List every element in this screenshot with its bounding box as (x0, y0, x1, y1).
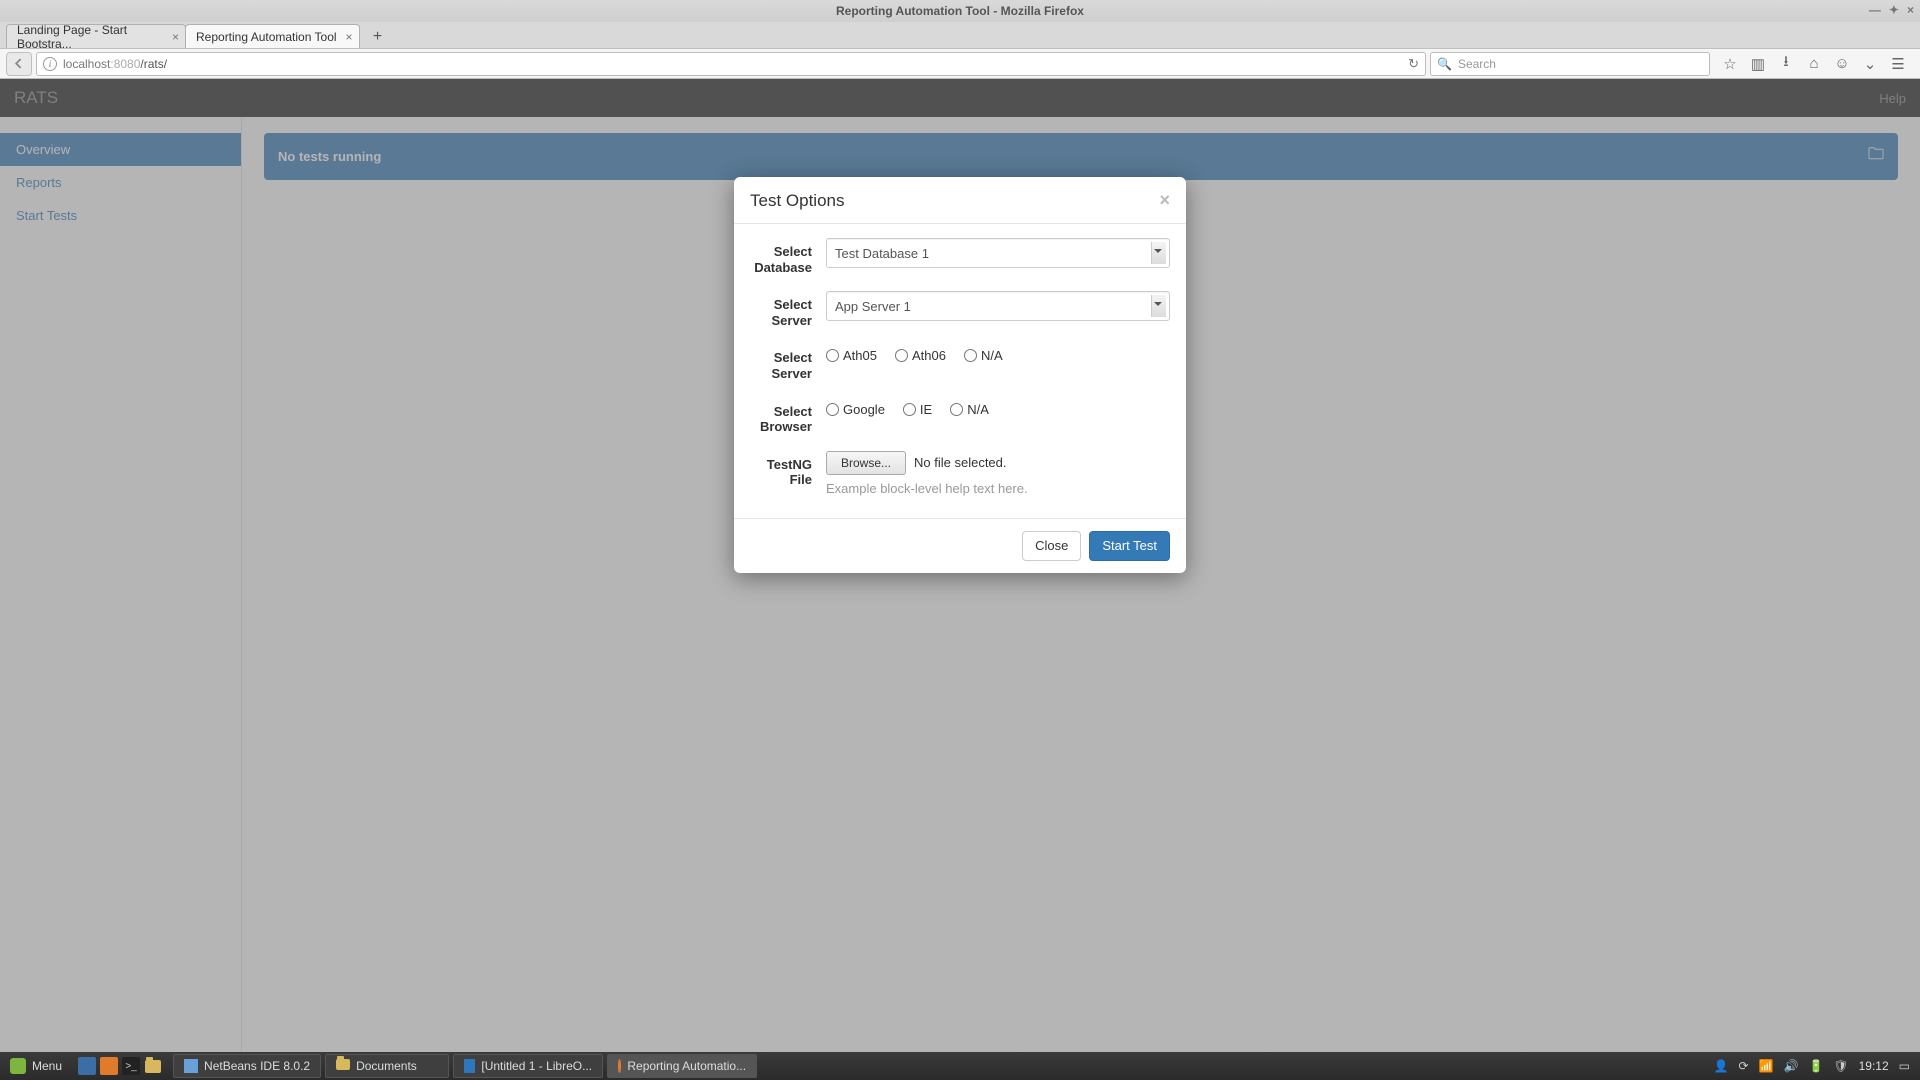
tab-label: Landing Page - Start Bootstra... (17, 23, 163, 51)
form-row-browser: Select Browser Google IE N/A (750, 398, 1170, 435)
modal-footer: Close Start Test (734, 518, 1186, 573)
radio-ie[interactable]: IE (903, 402, 932, 417)
tab-label: Reporting Automation Tool (196, 30, 337, 44)
quick-launch: >_ (72, 1057, 168, 1075)
radio-srv-na[interactable]: N/A (964, 348, 1003, 363)
minimize-icon[interactable]: — (1869, 3, 1881, 17)
search-icon: 🔍 (1437, 57, 1452, 71)
radio-ath05[interactable]: Ath05 (826, 348, 877, 363)
home-icon[interactable]: ⌂ (1806, 55, 1822, 72)
chevron-left-icon (14, 58, 25, 69)
battery-icon[interactable]: 🔋 (1808, 1059, 1823, 1073)
taskbar-task[interactable]: Documents (325, 1054, 449, 1078)
url-bar[interactable]: i localhost:8080/rats/ ↻ (36, 52, 1426, 76)
back-button[interactable] (6, 52, 32, 76)
form-row-server: Select Server App Server 1 (750, 291, 1170, 328)
help-text: Example block-level help text here. (826, 481, 1170, 496)
select-value: Test Database 1 (835, 246, 929, 261)
volume-icon[interactable]: 🔊 (1783, 1059, 1798, 1073)
chevron-down-icon (1154, 302, 1162, 310)
label-browser: Select Browser (750, 398, 826, 435)
radio-google[interactable]: Google (826, 402, 885, 417)
shield-icon[interactable]: 🛡 (1833, 1059, 1848, 1073)
os-taskbar: Menu >_ NetBeans IDE 8.0.2 Documents [Un… (0, 1052, 1920, 1080)
menu-icon[interactable]: ☰ (1890, 55, 1906, 73)
form-row-server-radio: Select Server Ath05 Ath06 N/A (750, 344, 1170, 381)
close-icon[interactable]: × (1159, 191, 1170, 209)
form-row-file: TestNG File Browse... No file selected. … (750, 451, 1170, 496)
taskbar-task[interactable]: Reporting Automatio... (607, 1054, 757, 1078)
window-titlebar: Reporting Automation Tool - Mozilla Fire… (0, 0, 1920, 22)
modal-body: Select Database Test Database 1 Select S… (734, 224, 1186, 518)
modal-title: Test Options (750, 191, 845, 211)
pocket-icon[interactable]: ⌄ (1862, 55, 1878, 73)
label-server2: Select Server (750, 344, 826, 381)
firefox-launcher-icon[interactable] (100, 1057, 118, 1075)
select-server[interactable]: App Server 1 (826, 291, 1170, 321)
netbeans-icon (184, 1059, 198, 1073)
info-icon[interactable]: i (43, 57, 57, 71)
taskbar-task[interactable]: [Untitled 1 - LibreO... (453, 1054, 603, 1078)
maximize-icon[interactable]: ✦ (1889, 3, 1899, 17)
radio-brw-na[interactable]: N/A (950, 402, 989, 417)
browser-tab[interactable]: Reporting Automation Tool × (185, 24, 360, 48)
bookmark-star-icon[interactable]: ☆ (1722, 55, 1738, 73)
task-label: [Untitled 1 - LibreO... (481, 1059, 592, 1073)
page-viewport: RATS Help Overview Reports Start Tests N… (0, 79, 1920, 1052)
menu-label: Menu (32, 1059, 62, 1073)
files-launcher-icon[interactable] (144, 1057, 162, 1075)
search-placeholder: Search (1458, 57, 1496, 71)
close-tab-icon[interactable]: × (346, 30, 353, 44)
test-options-modal: Test Options × Select Database Test Data… (734, 177, 1186, 573)
update-icon[interactable]: ⟳ (1738, 1059, 1748, 1073)
close-tab-icon[interactable]: × (172, 30, 179, 44)
close-button[interactable]: Close (1022, 531, 1081, 561)
window-title: Reporting Automation Tool - Mozilla Fire… (836, 4, 1084, 18)
show-desktop-icon[interactable] (78, 1057, 96, 1075)
form-row-database: Select Database Test Database 1 (750, 238, 1170, 275)
toolbar-icons: ☆ ▥ ⭳ ⌂ ☺ ⌄ ☰ (1714, 51, 1914, 76)
folder-icon (336, 1059, 350, 1073)
start-menu-button[interactable]: Menu (0, 1052, 72, 1080)
task-label: Documents (356, 1059, 417, 1073)
select-value: App Server 1 (835, 299, 911, 314)
browser-tab[interactable]: Landing Page - Start Bootstra... × (6, 24, 186, 48)
start-test-button[interactable]: Start Test (1089, 531, 1170, 561)
libreoffice-icon (464, 1059, 475, 1073)
taskbar-tasks: NetBeans IDE 8.0.2 Documents [Untitled 1… (168, 1054, 758, 1078)
firefox-icon (618, 1059, 621, 1073)
downloads-icon[interactable]: ⭳ (1778, 51, 1794, 76)
face-icon[interactable]: ☺ (1834, 55, 1850, 72)
close-window-icon[interactable]: × (1907, 3, 1914, 17)
url-text: localhost:8080/rats/ (63, 57, 167, 71)
system-tray: 👤 ⟳ 📶 🔊 🔋 🛡 19:12 ▭ (1704, 1059, 1920, 1073)
label-database: Select Database (750, 238, 826, 275)
radio-ath06[interactable]: Ath06 (895, 348, 946, 363)
mint-logo-icon (10, 1058, 26, 1074)
new-tab-button[interactable]: + (365, 26, 391, 48)
window-controls: — ✦ × (1869, 3, 1914, 17)
terminal-launcher-icon[interactable]: >_ (122, 1057, 140, 1075)
user-icon[interactable]: 👤 (1714, 1059, 1729, 1073)
task-label: NetBeans IDE 8.0.2 (204, 1059, 310, 1073)
chevron-down-icon (1154, 249, 1162, 257)
search-bar[interactable]: 🔍 Search (1430, 52, 1710, 76)
task-label: Reporting Automatio... (627, 1059, 746, 1073)
show-desktop-icon[interactable]: ▭ (1899, 1059, 1910, 1073)
label-file: TestNG File (750, 451, 826, 496)
reload-icon[interactable]: ↻ (1408, 56, 1419, 72)
library-icon[interactable]: ▥ (1750, 55, 1766, 73)
browse-button[interactable]: Browse... (826, 451, 906, 475)
browser-nav-toolbar: i localhost:8080/rats/ ↻ 🔍 Search ☆ ▥ ⭳ … (0, 49, 1920, 79)
modal-header: Test Options × (734, 177, 1186, 224)
clock[interactable]: 19:12 (1859, 1059, 1889, 1073)
taskbar-task[interactable]: NetBeans IDE 8.0.2 (173, 1054, 321, 1078)
label-server: Select Server (750, 291, 826, 328)
network-icon[interactable]: 📶 (1759, 1059, 1774, 1073)
select-database[interactable]: Test Database 1 (826, 238, 1170, 268)
file-status: No file selected. (914, 455, 1007, 470)
browser-tabstrip: Landing Page - Start Bootstra... × Repor… (0, 22, 1920, 49)
